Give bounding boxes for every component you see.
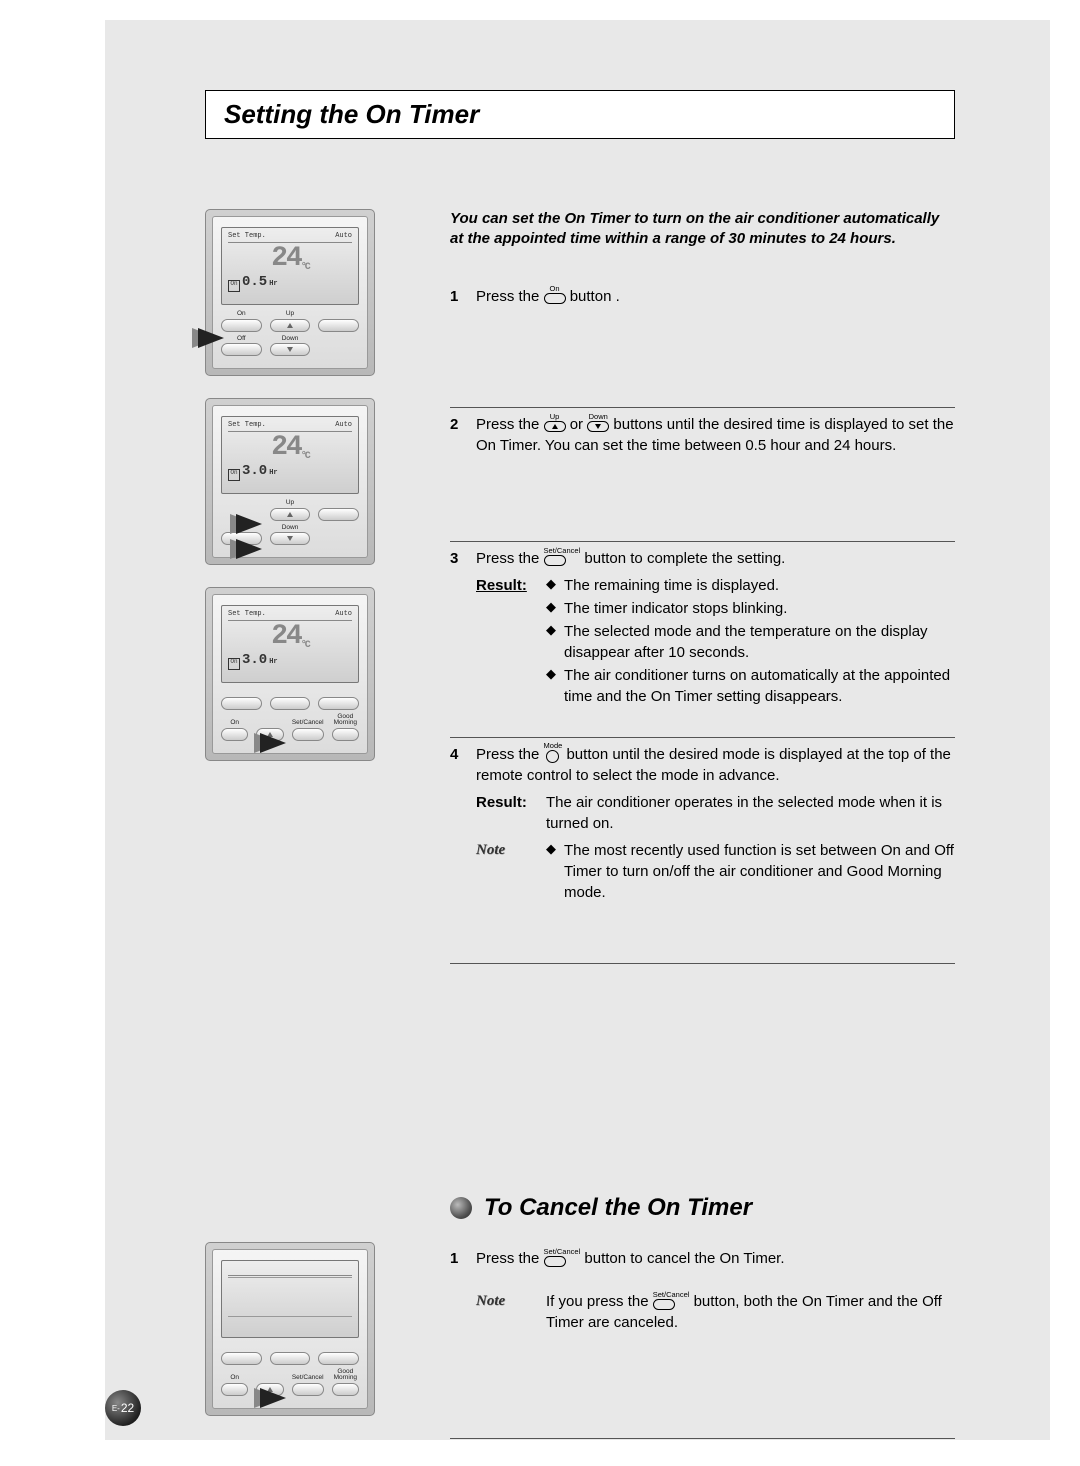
remote-blank bbox=[270, 689, 311, 710]
cancel-section: To Cancel the On Timer .. . . bbox=[205, 1194, 955, 1439]
bullet-item: The selected mode and the temperature on… bbox=[546, 621, 955, 663]
remote-up-button: Up bbox=[270, 311, 311, 332]
figures-column-2: .. . . bbox=[205, 1242, 405, 1439]
remote-blank bbox=[318, 500, 359, 521]
remote-down-button: Down bbox=[270, 336, 311, 357]
remote-off-button: Off bbox=[221, 336, 262, 357]
setcancel-button-icon: Set/Cancel bbox=[653, 1291, 690, 1311]
remote-blank bbox=[221, 689, 262, 710]
remote-blank bbox=[221, 1344, 262, 1365]
lcd-4-blank: .. . . bbox=[221, 1260, 359, 1338]
remote-setcancel-button: Set/Cancel bbox=[292, 720, 324, 741]
bullet-item: The air conditioner turns on automatical… bbox=[546, 665, 955, 707]
pointer-icon bbox=[236, 539, 262, 559]
note-bullet: The most recently used function is set b… bbox=[546, 840, 955, 903]
remote-blank bbox=[318, 1344, 359, 1365]
remote-figure-1: Set Temp.Auto 24°C On0.5Hr On Up Of bbox=[205, 209, 375, 376]
lcd-temp: 24°C bbox=[228, 245, 352, 273]
remote-figure-3: Set Temp.Auto 24°C On3.0Hr On bbox=[205, 587, 375, 761]
pointer-icon bbox=[260, 733, 286, 753]
lcd-1: Set Temp. Auto 24°C On0.5Hr bbox=[221, 227, 359, 305]
remote-on-button: On bbox=[221, 1375, 248, 1396]
content-area: Setting the On Timer Set Temp.Auto 24°C … bbox=[205, 90, 955, 1439]
cancel-heading: To Cancel the On Timer bbox=[450, 1194, 955, 1222]
separator bbox=[450, 1438, 955, 1439]
result-row: Result: The remaining time is displayed.… bbox=[476, 575, 955, 709]
intro-text: You can set the On Timer to turn on the … bbox=[450, 209, 955, 250]
remote-setcancel-button: Set/Cancel bbox=[292, 1375, 324, 1396]
setcancel-button-icon: Set/Cancel bbox=[544, 1248, 581, 1268]
step-2: 2 Press the Up or Down buttons until the… bbox=[450, 408, 955, 456]
result-text: The air conditioner operates in the sele… bbox=[546, 792, 955, 834]
remote-down-button: Down bbox=[270, 525, 311, 546]
cancel-step-1: 1 Press the Set/Cancel button to cancel … bbox=[450, 1242, 955, 1333]
pointer-icon bbox=[198, 328, 224, 348]
step-3: 3 Press the Set/Cancel button to complet… bbox=[450, 542, 955, 709]
step-1: 1 Press the On button . bbox=[450, 280, 955, 307]
page-title: Setting the On Timer bbox=[224, 99, 936, 130]
lcd-auto: Auto bbox=[335, 232, 352, 240]
up-button-icon: Up bbox=[544, 413, 566, 433]
result-row: Result: The air conditioner operates in … bbox=[476, 792, 955, 834]
remote-blank bbox=[270, 1344, 311, 1365]
remote-up-button: Up bbox=[270, 500, 311, 521]
main-columns: Set Temp.Auto 24°C On0.5Hr On Up Of bbox=[205, 209, 955, 964]
down-button-icon: Down bbox=[587, 413, 609, 433]
text-column: You can set the On Timer to turn on the … bbox=[405, 209, 955, 964]
remote-on-button: On bbox=[221, 311, 262, 332]
cancel-note-row: Note If you press the Set/Cancel button,… bbox=[476, 1291, 955, 1333]
remote-figure-4: .. . . bbox=[205, 1242, 375, 1416]
note-row: Note The most recently used function is … bbox=[476, 840, 955, 905]
remote-goodmorning-button: Good Morning bbox=[332, 1369, 359, 1396]
result-bullets: The remaining time is displayed. The tim… bbox=[546, 575, 955, 709]
lcd-3: Set Temp.Auto 24°C On3.0Hr bbox=[221, 605, 359, 683]
separator bbox=[450, 963, 955, 964]
mode-button-icon: Mode bbox=[544, 742, 563, 764]
on-button-icon: On bbox=[544, 285, 566, 305]
page-background: Setting the On Timer Set Temp.Auto 24°C … bbox=[105, 20, 1050, 1440]
step-4: 4 Press the Mode button until the desire… bbox=[450, 738, 955, 906]
remote-on-button: On bbox=[221, 720, 248, 741]
title-box: Setting the On Timer bbox=[205, 90, 955, 139]
remote-goodmorning-button: Good Morning bbox=[332, 714, 359, 741]
bullet-item: The timer indicator stops blinking. bbox=[546, 598, 955, 619]
remote-blank bbox=[318, 689, 359, 710]
figures-column: Set Temp.Auto 24°C On0.5Hr On Up Of bbox=[205, 209, 405, 964]
lcd-timer: On0.5Hr bbox=[228, 275, 352, 292]
remote-figure-2: Set Temp.Auto 24°C On3.0Hr Up Off bbox=[205, 398, 375, 565]
setcancel-button-icon: Set/Cancel bbox=[544, 547, 581, 567]
pointer-icon bbox=[236, 514, 262, 534]
lcd-settemp: Set Temp. bbox=[228, 232, 266, 240]
page-number-badge: E-22 bbox=[105, 1390, 141, 1426]
lcd-2: Set Temp.Auto 24°C On3.0Hr bbox=[221, 416, 359, 494]
remote-blank bbox=[318, 311, 359, 332]
pointer-icon bbox=[260, 1388, 286, 1408]
cancel-note-text: If you press the Set/Cancel button, both… bbox=[546, 1291, 955, 1333]
bullet-icon bbox=[450, 1197, 472, 1219]
bullet-item: The remaining time is displayed. bbox=[546, 575, 955, 596]
cancel-text-column: 1 Press the Set/Cancel button to cancel … bbox=[405, 1242, 955, 1439]
